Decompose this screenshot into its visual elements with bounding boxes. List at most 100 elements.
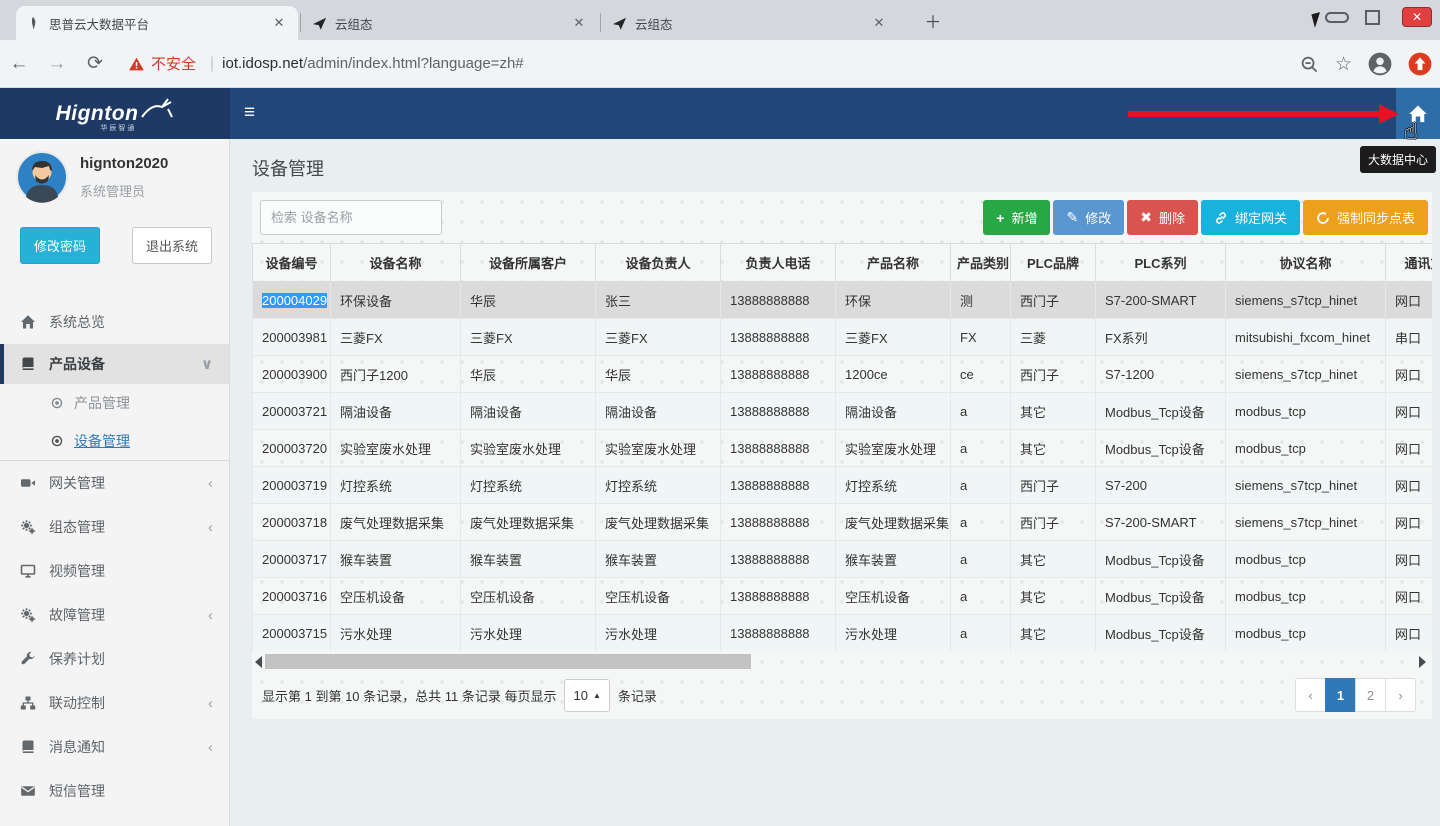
table-cell: modbus_tcp bbox=[1226, 393, 1386, 430]
new-tab-button[interactable]: ＋ bbox=[920, 10, 946, 36]
sidebar-item-sms-management[interactable]: 短信管理 bbox=[0, 769, 229, 813]
add-button[interactable]: + 新增 bbox=[983, 200, 1050, 235]
table-cell: 隔油设备 bbox=[836, 393, 951, 430]
table-cell: 1200ce bbox=[836, 356, 951, 393]
scroll-left-icon[interactable] bbox=[255, 656, 262, 668]
page-size-select[interactable]: 10 ▲ bbox=[564, 679, 609, 712]
profile-icon[interactable] bbox=[1368, 52, 1392, 76]
browser-tab-3[interactable]: 云组态 ✕ bbox=[602, 6, 898, 40]
table-row[interactable]: 200003721隔油设备隔油设备隔油设备13888888888隔油设备a其它M… bbox=[253, 393, 1433, 430]
table-cell: 废气处理数据采集 bbox=[331, 504, 461, 541]
video-icon bbox=[20, 475, 37, 491]
column-header[interactable]: 通讯方式 bbox=[1386, 244, 1433, 282]
sidebar-item-video-management[interactable]: 视频管理 bbox=[0, 549, 229, 593]
browser-tab-1[interactable]: 思普云大数据平台 ✕ bbox=[16, 6, 298, 40]
browser-tab-2[interactable]: 云组态 ✕ bbox=[302, 6, 598, 40]
table-row[interactable]: 200003718废气处理数据采集废气处理数据采集废气处理数据采集1388888… bbox=[253, 504, 1433, 541]
table-cell: 200003716 bbox=[253, 578, 331, 615]
table-cell: FX bbox=[951, 319, 1011, 356]
force-sync-button[interactable]: 强制同步点表 bbox=[1303, 200, 1428, 235]
table-row[interactable]: 200003900西门子1200华辰华辰138888888881200cece西… bbox=[253, 356, 1433, 393]
column-header[interactable]: 产品名称 bbox=[836, 244, 951, 282]
page-next-button[interactable]: › bbox=[1385, 678, 1416, 712]
page-2-button[interactable]: 2 bbox=[1355, 678, 1386, 712]
pencil-icon: ✎ bbox=[1066, 209, 1078, 226]
forward-icon[interactable]: → bbox=[38, 53, 76, 75]
sidebar-item-product-device[interactable]: 产品设备 ∨ bbox=[0, 344, 229, 384]
horizontal-scrollbar[interactable] bbox=[252, 654, 1432, 669]
page-1-button[interactable]: 1 bbox=[1325, 678, 1356, 712]
mouse-cursor-arrow bbox=[1311, 12, 1323, 28]
column-header[interactable]: 设备所属客户 bbox=[461, 244, 596, 282]
browser-update-icon[interactable] bbox=[1408, 52, 1432, 76]
chevron-left-icon: ‹ bbox=[208, 739, 213, 756]
column-header[interactable]: 设备编号 bbox=[253, 244, 331, 282]
pagination: ‹ 1 2 › bbox=[1295, 678, 1416, 712]
table-cell: 200003721 bbox=[253, 393, 331, 430]
table-cell: modbus_tcp bbox=[1226, 430, 1386, 467]
caret-up-icon: ▲ bbox=[593, 691, 601, 700]
sidebar-item-fault-management[interactable]: 故障管理 ‹ bbox=[0, 593, 229, 637]
sidebar-item-message-notification[interactable]: 消息通知 ‹ bbox=[0, 725, 229, 769]
table-cell: 网口 bbox=[1386, 356, 1433, 393]
tab-close-icon[interactable]: ✕ bbox=[570, 15, 588, 31]
table-cell: 串口 bbox=[1386, 319, 1433, 356]
sidebar-item-space-management[interactable]: 空间管理 bbox=[0, 813, 229, 826]
search-input[interactable] bbox=[260, 200, 442, 235]
url-text[interactable]: iot.idosp.net/admin/index.html?language=… bbox=[222, 55, 523, 72]
column-header[interactable]: 协议名称 bbox=[1226, 244, 1386, 282]
chevron-left-icon: ‹ bbox=[208, 695, 213, 712]
bookmark-star-icon[interactable]: ☆ bbox=[1335, 53, 1352, 76]
table-cell: 西门子 bbox=[1011, 282, 1096, 319]
paper-plane-icon bbox=[312, 16, 327, 31]
tab-close-icon[interactable]: ✕ bbox=[870, 15, 888, 31]
tab-title: 云组态 bbox=[335, 14, 562, 33]
sidebar-item-device-management[interactable]: 设备管理 bbox=[0, 422, 229, 460]
table-row[interactable]: 200003717猴车装置猴车装置猴车装置13888888888猴车装置a其它M… bbox=[253, 541, 1433, 578]
sidebar-item-configuration-management[interactable]: 组态管理 ‹ bbox=[0, 505, 229, 549]
sidebar-item-system-overview[interactable]: 系统总览 bbox=[0, 300, 229, 344]
reload-icon[interactable]: ⟳ bbox=[76, 52, 114, 75]
scrollbar-thumb[interactable] bbox=[265, 654, 751, 669]
logout-button[interactable]: 退出系统 bbox=[132, 227, 212, 264]
table-row[interactable]: 200003981三菱FX三菱FX三菱FX13888888888三菱FXFX三菱… bbox=[253, 319, 1433, 356]
back-icon[interactable]: ← bbox=[0, 53, 38, 75]
window-close-button[interactable]: ✕ bbox=[1402, 7, 1432, 27]
table-row[interactable]: 200003716空压机设备空压机设备空压机设备13888888888空压机设备… bbox=[253, 578, 1433, 615]
window-minimize-button[interactable] bbox=[1325, 12, 1349, 23]
scroll-right-icon[interactable] bbox=[1419, 656, 1426, 668]
tab-favicon bbox=[26, 16, 41, 31]
column-header[interactable]: 设备名称 bbox=[331, 244, 461, 282]
tab-separator bbox=[300, 13, 301, 32]
column-header[interactable]: PLC品牌 bbox=[1011, 244, 1096, 282]
change-password-button[interactable]: 修改密码 bbox=[20, 227, 100, 264]
zoom-out-icon[interactable] bbox=[1300, 55, 1319, 74]
tab-close-icon[interactable]: ✕ bbox=[270, 15, 288, 31]
edit-button[interactable]: ✎ 修改 bbox=[1053, 200, 1124, 235]
hand-cursor: ☝ bbox=[1404, 118, 1418, 145]
column-header[interactable]: 产品类别 bbox=[951, 244, 1011, 282]
security-label[interactable]: 不安全 bbox=[151, 53, 196, 74]
column-header[interactable]: 设备负责人 bbox=[596, 244, 721, 282]
sidebar-item-product-management[interactable]: 产品管理 bbox=[0, 384, 229, 422]
tab-title: 云组态 bbox=[635, 14, 862, 33]
table-row[interactable]: 200003719灯控系统灯控系统灯控系统13888888888灯控系统a西门子… bbox=[253, 467, 1433, 504]
sidebar-item-gateway-management[interactable]: 网关管理 ‹ bbox=[0, 461, 229, 505]
delete-button[interactable]: ✖ 删除 bbox=[1127, 200, 1198, 235]
hamburger-menu-icon[interactable]: ≡ bbox=[244, 102, 255, 124]
sidebar-item-maintenance-plan[interactable]: 保养计划 bbox=[0, 637, 229, 681]
gears-icon bbox=[20, 519, 37, 535]
bind-gateway-button[interactable]: 绑定网关 bbox=[1201, 200, 1300, 235]
page-prev-button[interactable]: ‹ bbox=[1295, 678, 1326, 712]
table-cell: a bbox=[951, 541, 1011, 578]
window-restore-button[interactable] bbox=[1365, 10, 1380, 25]
column-header[interactable]: PLC系列 bbox=[1096, 244, 1226, 282]
column-header[interactable]: 负责人电话 bbox=[721, 244, 836, 282]
table-cell: siemens_s7tcp_hinet bbox=[1226, 356, 1386, 393]
refresh-icon bbox=[1316, 211, 1330, 225]
table-row[interactable]: 200003715污水处理污水处理污水处理13888888888污水处理a其它M… bbox=[253, 615, 1433, 652]
table-cell: 13888888888 bbox=[721, 541, 836, 578]
table-row[interactable]: 200003720实验室废水处理实验室废水处理实验室废水处理1388888888… bbox=[253, 430, 1433, 467]
table-row[interactable]: 200004029环保设备华辰张三13888888888环保测西门子S7-200… bbox=[253, 282, 1433, 319]
sidebar-item-linkage-control[interactable]: 联动控制 ‹ bbox=[0, 681, 229, 725]
